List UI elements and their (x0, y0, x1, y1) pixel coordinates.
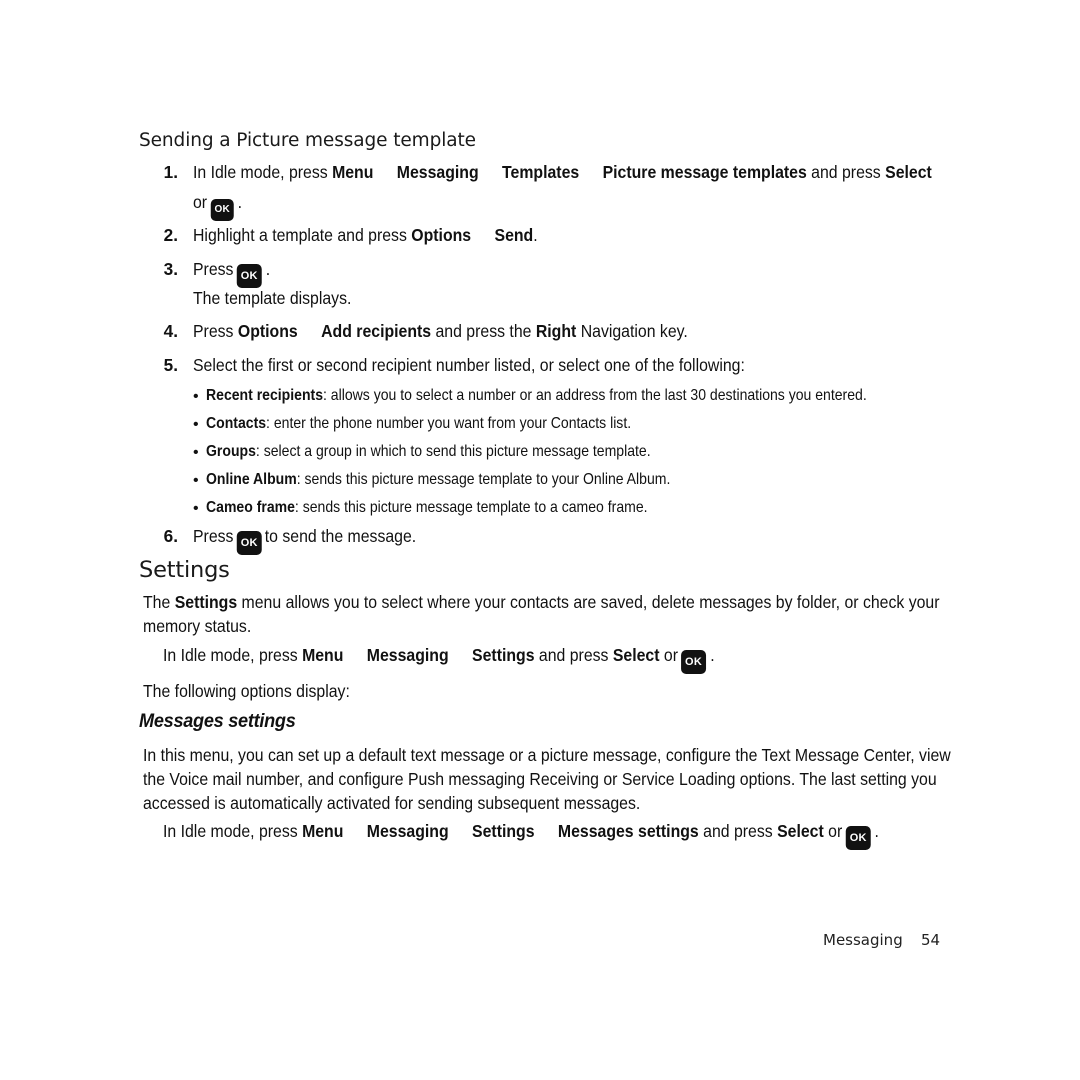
ok-key-icon: OK (681, 650, 707, 674)
menu-item-menu: Menu (332, 162, 374, 182)
footer-page-number: 54 (921, 931, 941, 949)
step-5-line: Select the first or second recipient num… (193, 355, 745, 375)
section-heading: Sending a Picture message template (139, 130, 476, 151)
settings-path-prefix: In Idle mode, press (163, 645, 303, 665)
step-4-prefix: Press (193, 321, 238, 341)
settings-intro-rest: menu allows you to select where your con… (143, 592, 940, 636)
bullet-icon: • (193, 472, 199, 489)
softkey-select: Select (885, 162, 932, 182)
settings-intro-prefix: The (143, 592, 175, 612)
list-item: Groups: select a group in which to send … (206, 441, 651, 463)
option-description: : sends this picture message template to… (294, 499, 648, 516)
ok-key-icon: OK (210, 199, 234, 221)
step-4-line: Press Options Add recipients and press th… (193, 319, 688, 343)
option-description: : enter the phone number you want from y… (266, 415, 632, 432)
step-1-line-1: In Idle mode, press Menu Messaging Templat… (193, 160, 932, 184)
step-1-period: . (237, 192, 242, 212)
step-6-prefix: Press (193, 526, 238, 546)
messages-settings-paragraph: In this menu, you can set up a default t… (143, 745, 951, 813)
step-3-line: Press OK. (193, 257, 270, 288)
step-1-prefix: In Idle mode, press (193, 162, 333, 182)
menu-item-messaging: Messaging (366, 645, 449, 665)
softkey-options: Options (411, 225, 472, 245)
settings-path-period: . (710, 645, 715, 665)
settings-path-mid: and press (534, 645, 613, 665)
bullet-icon: • (193, 388, 199, 405)
step-number: 3. (163, 259, 178, 279)
option-term: Recent recipients (206, 387, 323, 404)
step-3-period: . (265, 259, 271, 279)
step-4-mid: and press the (431, 321, 536, 341)
bullet-icon: • (193, 444, 199, 461)
menu-item-send: Send (494, 225, 534, 245)
bullet-icon: • (193, 416, 199, 433)
option-term: Online Album (206, 471, 297, 488)
manual-page: Sending a Picture message template 1. In… (0, 0, 1080, 1080)
step-6-line: Press OK to send the message. (193, 524, 416, 555)
ms-path-mid: and press (698, 821, 778, 841)
menu-item-templates: Templates (502, 162, 580, 182)
step-1-or: or (193, 192, 212, 212)
key-right: Right (535, 321, 577, 341)
step-number: 4. (163, 321, 178, 341)
step-number: 1. (163, 162, 178, 182)
step-1-mid: and press (806, 162, 886, 182)
settings-bold: Settings (174, 592, 238, 612)
option-term: Cameo frame (206, 499, 295, 516)
menu-item-menu: Menu (302, 821, 344, 841)
bullet-icon: • (193, 500, 199, 517)
menu-item-messaging: Messaging (396, 162, 479, 182)
list-item: Contacts: enter the phone number you wan… (206, 413, 631, 435)
step-6-suffix: to send the message. (260, 526, 417, 546)
step-3-prefix: Press (193, 259, 238, 279)
footer-chapter: Messaging (823, 931, 903, 949)
following-options-text: The following options display: (143, 681, 350, 701)
ok-key-icon: OK (236, 531, 262, 555)
ok-key-icon: OK (845, 826, 871, 850)
list-item: Recent recipients: allows you to select … (206, 385, 867, 407)
step-number: 5. (163, 355, 178, 375)
menu-item-messages-settings: Messages settings (557, 821, 699, 841)
step-1-line-2: or OK. (193, 190, 242, 221)
step-number: 2. (163, 225, 178, 245)
option-description: : sends this picture message template to… (296, 471, 671, 488)
settings-path-or: or (659, 645, 683, 665)
messages-settings-heading: Messages settings (139, 710, 296, 732)
menu-item-settings: Settings (472, 821, 535, 841)
list-item: Online Album: sends this picture message… (206, 469, 670, 491)
step-number: 6. (163, 526, 178, 546)
step-4-suffix: Navigation key. (576, 321, 688, 341)
ms-path-period: . (874, 821, 879, 841)
step-2-prefix: Highlight a template and press (193, 225, 412, 245)
softkey-options: Options (237, 321, 298, 341)
settings-intro: The Settings menu allows you to select w… (143, 590, 953, 638)
list-item: Cameo frame: sends this picture message … (206, 497, 648, 519)
settings-heading: Settings (139, 557, 230, 583)
settings-path-line: In Idle mode, press Menu Messaging Setting… (163, 643, 715, 674)
ms-path-or: or (823, 821, 847, 841)
option-term: Contacts (206, 415, 267, 432)
menu-item-picture-message-templates: Picture message templates (602, 162, 807, 182)
option-term: Groups (206, 443, 256, 460)
option-description: : allows you to select a number or an ad… (323, 387, 867, 404)
step-2-line: Highlight a template and press Options Se… (193, 223, 538, 247)
menu-item-menu: Menu (302, 645, 344, 665)
step-2-period: . (533, 225, 538, 245)
option-description: : select a group in which to send this p… (255, 443, 651, 460)
ms-path-prefix: In Idle mode, press (163, 821, 303, 841)
softkey-select: Select (612, 645, 660, 665)
menu-item-messaging: Messaging (366, 821, 449, 841)
ok-key-icon: OK (236, 264, 262, 288)
menu-item-settings: Settings (472, 645, 535, 665)
step-3-result: The template displays. (193, 288, 352, 308)
softkey-select: Select (777, 821, 824, 841)
messages-settings-path-line: In Idle mode, press Menu Messaging Setting… (163, 819, 879, 850)
menu-item-add-recipients: Add recipients (321, 321, 432, 341)
